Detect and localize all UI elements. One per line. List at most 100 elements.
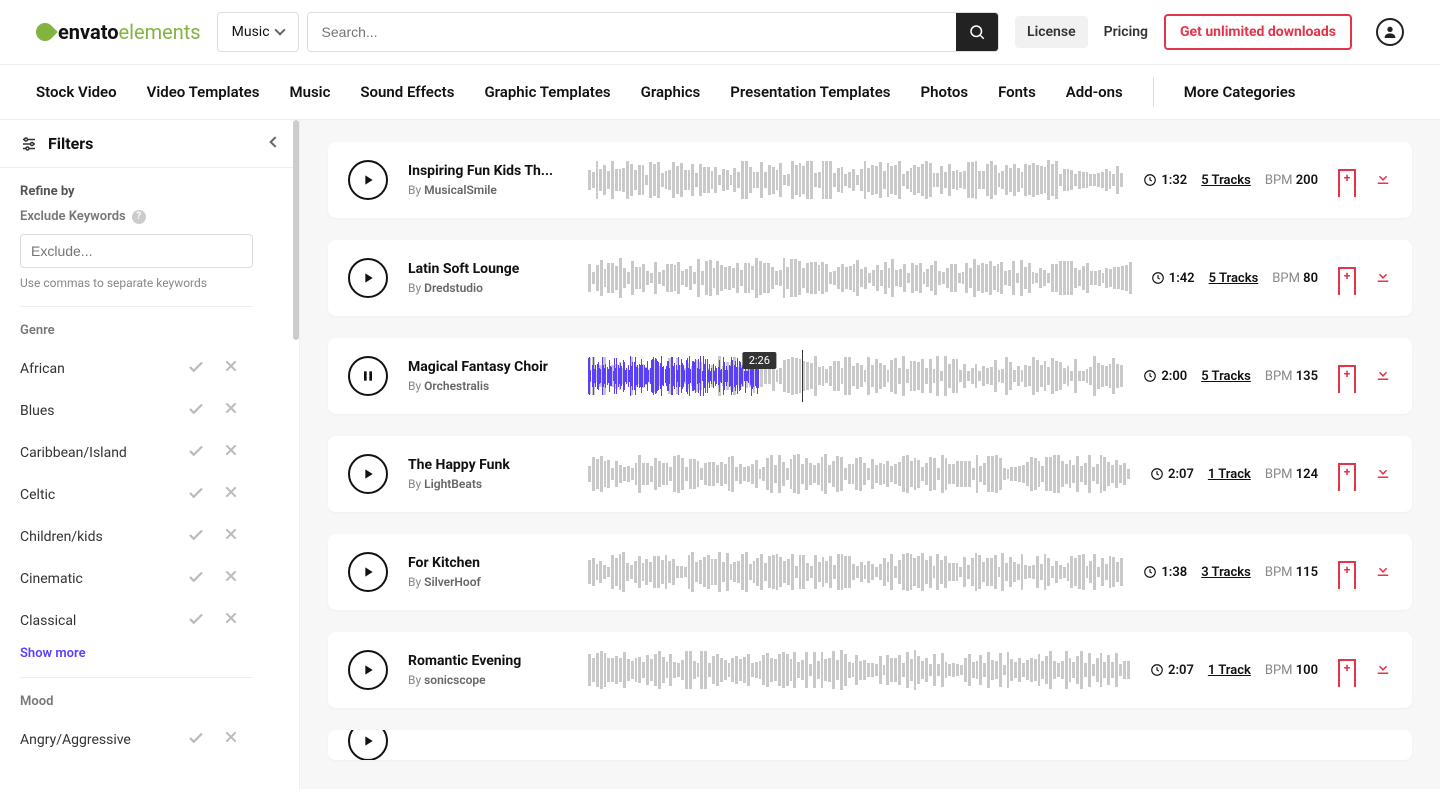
tracks-link[interactable]: 5 Tracks [1201, 173, 1251, 188]
download-button[interactable] [1374, 561, 1392, 583]
author-link[interactable]: LightBeats [424, 477, 482, 491]
tracks-link[interactable]: 1 Track [1208, 467, 1251, 482]
bpm: BPM 115 [1265, 565, 1318, 580]
genre-section: Genre African Blues Caribbean/Island Cel… [0, 307, 299, 678]
filter-row: Angry/Aggressive [20, 719, 279, 761]
nav-item[interactable]: Video Templates [147, 65, 260, 119]
play-button[interactable] [348, 552, 388, 592]
author-link[interactable]: Orchestralis [424, 379, 489, 393]
include-icon[interactable] [187, 358, 205, 380]
waveform[interactable] [588, 160, 1123, 200]
author-link[interactable]: sonicscope [424, 673, 485, 687]
download-button[interactable] [1374, 365, 1392, 387]
exclude-icon[interactable] [223, 358, 239, 380]
exclude-icon[interactable] [223, 400, 239, 422]
results: Inspiring Fun Kids Th... By MusicalSmile… [300, 120, 1440, 789]
include-icon[interactable] [187, 568, 205, 590]
include-icon[interactable] [187, 400, 205, 422]
show-more[interactable]: Show more [20, 646, 86, 661]
account-avatar[interactable] [1376, 18, 1404, 46]
pause-button[interactable] [348, 356, 388, 396]
nav-item[interactable]: Stock Video [36, 65, 117, 119]
bookmark-button[interactable]: + [1338, 659, 1356, 681]
waveform[interactable] [588, 258, 1131, 298]
bookmark-button[interactable]: + [1338, 169, 1356, 191]
download-button[interactable] [1374, 169, 1392, 191]
logo[interactable]: envatoelements [36, 20, 201, 44]
track-author: By MusicalSmile [408, 183, 568, 197]
include-icon[interactable] [187, 610, 205, 632]
waveform[interactable] [588, 454, 1130, 494]
exclude-input[interactable] [20, 234, 253, 268]
nav-item[interactable]: Add-ons [1066, 65, 1123, 119]
nav-item[interactable]: Graphics [641, 65, 701, 119]
nav-more[interactable]: More Categories [1184, 65, 1296, 119]
tracks-link[interactable]: 5 Tracks [1209, 271, 1259, 286]
filter-row: Children/kids [20, 516, 279, 558]
track-info: 2:07 1 Track BPM 100 + [1150, 659, 1392, 681]
cta-button[interactable]: Get unlimited downloads [1164, 14, 1352, 50]
waveform[interactable] [588, 650, 1130, 690]
track-title[interactable]: Magical Fantasy Choir [408, 359, 568, 375]
exclude-icon[interactable] [223, 610, 239, 632]
exclude-icon[interactable] [223, 568, 239, 590]
track-title[interactable]: For Kitchen [408, 555, 568, 571]
author-link[interactable]: Dredstudio [424, 281, 483, 295]
tracks-link[interactable]: 1 Track [1208, 663, 1251, 678]
help-icon[interactable]: ? [132, 210, 146, 224]
track-author: By SilverHoof [408, 575, 568, 589]
category-select[interactable]: Music [217, 12, 299, 52]
include-icon[interactable] [187, 484, 205, 506]
exclude-icon[interactable] [223, 484, 239, 506]
search-input[interactable] [308, 13, 956, 51]
track-card: Latin Soft Lounge By Dredstudio 1:42 5 T… [328, 240, 1412, 316]
bookmark-button[interactable]: + [1338, 365, 1356, 387]
track-meta: Latin Soft Lounge By Dredstudio [408, 261, 568, 295]
nav-item[interactable]: Music [289, 65, 330, 119]
download-button[interactable] [1374, 463, 1392, 485]
collapse-icon[interactable] [269, 136, 280, 147]
nav-item[interactable]: Sound Effects [360, 65, 454, 119]
include-icon[interactable] [187, 729, 205, 751]
play-button[interactable] [348, 650, 388, 690]
download-button[interactable] [1374, 659, 1392, 681]
exclude-icon[interactable] [223, 442, 239, 464]
track-info: 1:32 5 Tracks BPM 200 + [1143, 169, 1392, 191]
duration: 2:07 [1150, 663, 1194, 678]
mood-section: Mood Angry/Aggressive [0, 678, 299, 761]
track-title[interactable]: Romantic Evening [408, 653, 568, 669]
play-button[interactable] [348, 730, 388, 760]
nav-item[interactable]: Graphic Templates [484, 65, 610, 119]
play-button[interactable] [348, 454, 388, 494]
play-button[interactable] [348, 160, 388, 200]
license-link[interactable]: License [1015, 16, 1088, 48]
exclude-label: Exclude Keywords ? [20, 209, 279, 224]
download-button[interactable] [1374, 267, 1392, 289]
author-link[interactable]: SilverHoof [424, 575, 481, 589]
track-title[interactable]: Latin Soft Lounge [408, 261, 568, 277]
main: Filters Refine by Exclude Keywords ? Use… [0, 120, 1440, 789]
track-title[interactable]: The Happy Funk [408, 457, 568, 473]
tracks-link[interactable]: 3 Tracks [1201, 565, 1251, 580]
search-button[interactable] [956, 13, 998, 51]
bookmark-button[interactable]: + [1338, 561, 1356, 583]
include-icon[interactable] [187, 442, 205, 464]
author-link[interactable]: MusicalSmile [424, 183, 497, 197]
nav-item[interactable]: Fonts [998, 65, 1036, 119]
track-title[interactable]: Inspiring Fun Kids Th... [408, 163, 568, 179]
include-icon[interactable] [187, 526, 205, 548]
refine-label: Refine by [20, 184, 279, 199]
nav-item[interactable]: Presentation Templates [730, 65, 890, 119]
nav-item[interactable]: Photos [921, 65, 969, 119]
user-icon [1382, 24, 1398, 40]
bookmark-button[interactable]: + [1338, 463, 1356, 485]
clock-icon [1143, 173, 1157, 187]
pricing-link[interactable]: Pricing [1104, 24, 1148, 40]
waveform[interactable] [588, 552, 1123, 592]
bookmark-button[interactable]: + [1338, 267, 1356, 289]
exclude-icon[interactable] [223, 729, 239, 751]
play-button[interactable] [348, 258, 388, 298]
tracks-link[interactable]: 5 Tracks [1201, 369, 1251, 384]
exclude-icon[interactable] [223, 526, 239, 548]
waveform[interactable]: 2:26 [588, 356, 1123, 396]
